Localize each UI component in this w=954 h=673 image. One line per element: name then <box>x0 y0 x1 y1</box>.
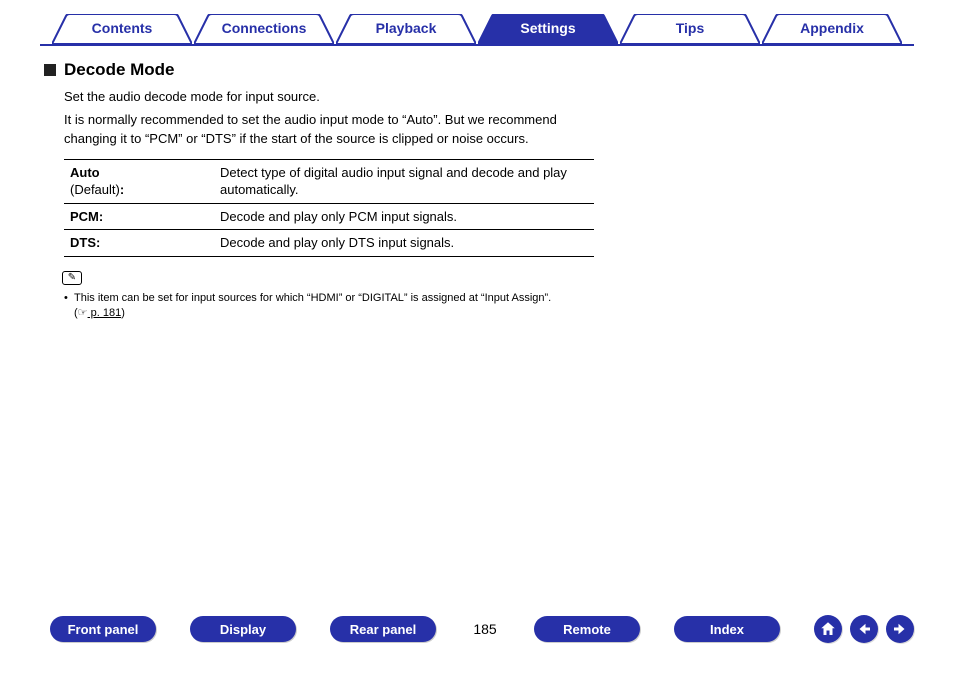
option-label-bold: PCM: <box>70 209 103 224</box>
home-button[interactable] <box>814 615 842 643</box>
note-list: This item can be set for input sources f… <box>62 291 560 322</box>
arrow-right-icon <box>891 620 909 638</box>
pill-label: Remote <box>563 622 611 637</box>
tab-playback[interactable]: Playback <box>336 14 476 44</box>
tab-settings[interactable]: Settings <box>478 14 618 44</box>
page-number: 185 <box>470 621 500 637</box>
pill-label: Front panel <box>68 622 139 637</box>
note-text-after: ) <box>121 307 125 319</box>
pill-label: Rear panel <box>350 622 416 637</box>
tab-contents[interactable]: Contents <box>52 14 192 44</box>
remote-button[interactable]: Remote <box>534 616 640 642</box>
option-label-colon: : <box>120 182 124 197</box>
top-tabs: Contents Connections Playback Settings T… <box>0 0 954 44</box>
section-heading: Decode Mode <box>44 60 560 80</box>
note-area: ✎ This item can be set for input sources… <box>62 271 560 322</box>
section-description: It is normally recommended to set the au… <box>44 111 560 149</box>
option-label: Auto (Default): <box>64 159 214 203</box>
tab-tips[interactable]: Tips <box>620 14 760 44</box>
back-button[interactable] <box>850 615 878 643</box>
pencil-icon: ✎ <box>68 272 76 283</box>
tab-label: Playback <box>376 20 437 36</box>
pill-label: Index <box>710 622 744 637</box>
tab-appendix[interactable]: Appendix <box>762 14 902 44</box>
nav-icons <box>814 615 914 643</box>
table-row: PCM: Decode and play only PCM input sign… <box>64 203 594 230</box>
table-row: Auto (Default): Detect type of digital a… <box>64 159 594 203</box>
section-title: Decode Mode <box>64 60 175 80</box>
option-label: PCM: <box>64 203 214 230</box>
index-button[interactable]: Index <box>674 616 780 642</box>
options-table: Auto (Default): Detect type of digital a… <box>64 159 594 257</box>
tab-label: Contents <box>92 20 153 36</box>
heading-bullet-icon <box>44 64 56 76</box>
option-label: DTS: <box>64 230 214 257</box>
pointer-icon: ☞ <box>78 307 88 319</box>
forward-button[interactable] <box>886 615 914 643</box>
option-description: Decode and play only PCM input signals. <box>214 203 594 230</box>
pill-label: Display <box>220 622 266 637</box>
bottom-bar: Front panel Display Rear panel 185 Remot… <box>0 615 954 643</box>
tab-label: Tips <box>676 20 705 36</box>
home-icon <box>819 620 837 638</box>
option-description: Decode and play only DTS input signals. <box>214 230 594 257</box>
tab-connections[interactable]: Connections <box>194 14 334 44</box>
display-button[interactable]: Display <box>190 616 296 642</box>
rear-panel-button[interactable]: Rear panel <box>330 616 436 642</box>
option-label-light: (Default) <box>70 182 120 197</box>
option-label-bold: Auto <box>70 165 100 180</box>
option-label-bold: DTS: <box>70 235 100 250</box>
main-content: Decode Mode Set the audio decode mode fo… <box>0 46 600 322</box>
note-icon-box: ✎ <box>62 271 82 285</box>
option-description: Detect type of digital audio input signa… <box>214 159 594 203</box>
section-intro: Set the audio decode mode for input sour… <box>44 88 560 107</box>
tab-label: Connections <box>222 20 307 36</box>
table-row: DTS: Decode and play only DTS input sign… <box>64 230 594 257</box>
tab-label: Settings <box>520 20 575 36</box>
arrow-left-icon <box>855 620 873 638</box>
note-text: This item can be set for input sources f… <box>74 292 551 319</box>
page-link[interactable]: p. 181 <box>88 307 122 319</box>
front-panel-button[interactable]: Front panel <box>50 616 156 642</box>
note-item: This item can be set for input sources f… <box>64 291 560 322</box>
tab-label: Appendix <box>800 20 864 36</box>
